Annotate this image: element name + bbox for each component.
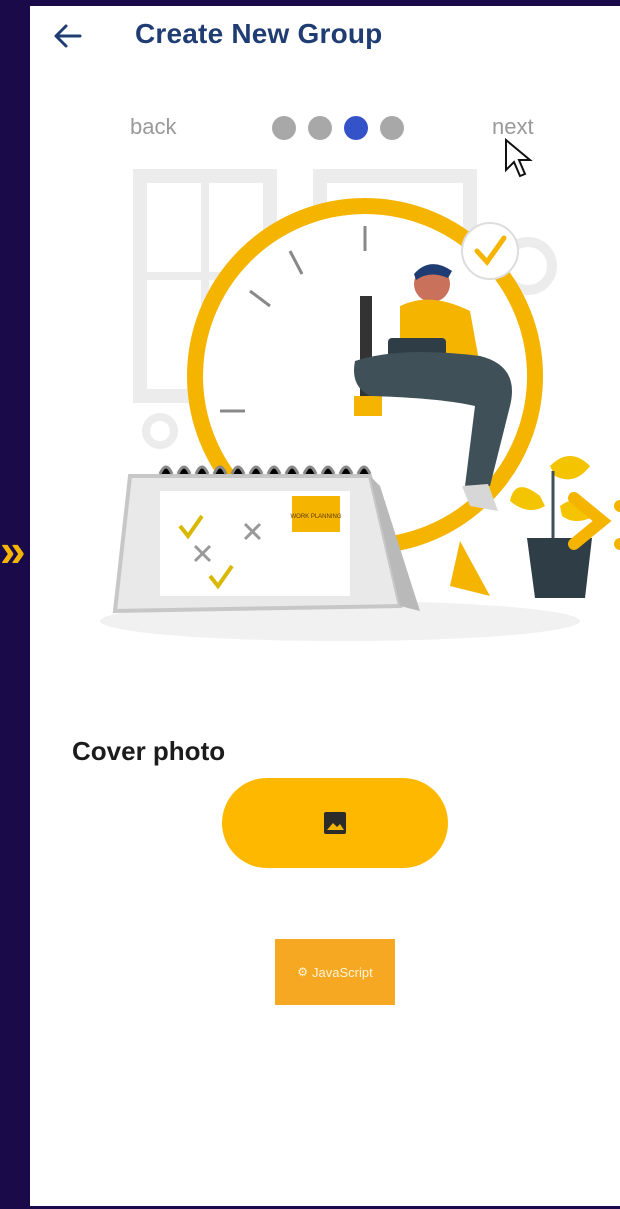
thumbnail-caption: JavaScript: [312, 964, 373, 980]
step-dot-4: [380, 116, 404, 140]
decorative-chevron-left-icon: »: [0, 524, 26, 576]
cover-photo-thumbnail[interactable]: ⚙ JavaScript: [275, 939, 395, 1005]
step-back-button[interactable]: back: [130, 114, 176, 140]
upload-cover-photo-button[interactable]: [222, 778, 448, 868]
step-dot-2: [308, 116, 332, 140]
step-next-button[interactable]: next: [492, 114, 534, 140]
arrow-left-icon[interactable]: [50, 18, 86, 54]
app-header: Create New Group: [30, 6, 620, 70]
javascript-logo-icon: ⚙: [297, 965, 309, 979]
page-title: Create New Group: [135, 18, 383, 49]
cover-photo-label: Cover photo: [72, 736, 226, 766]
image-icon: [324, 812, 346, 834]
step-dot-1: [272, 116, 296, 140]
clock-calendar-illustration: WORK PLANNING: [100, 169, 595, 641]
calendar-note-text: WORK PLANNING: [290, 514, 341, 520]
app-screen: Create New Group back next WORK PLANNING…: [30, 6, 620, 1206]
step-dot-3-active: [344, 116, 368, 140]
decorative-chevron-right-icon: [568, 492, 620, 550]
step-indicator: [272, 116, 412, 142]
